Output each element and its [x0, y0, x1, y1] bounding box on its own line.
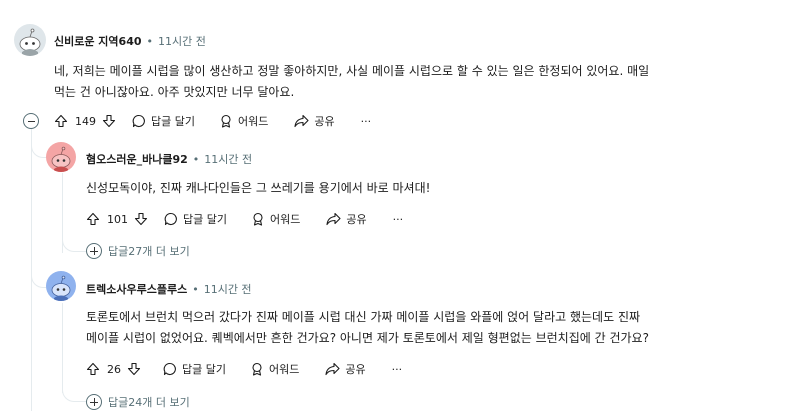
comment-meta: 신비로운 지역640 • 11시간 전 [54, 33, 206, 49]
downvote-icon [134, 212, 148, 226]
avatar[interactable] [46, 142, 76, 172]
comment-meta: 트렉소사우루스플루스 • 11시간 전 [86, 281, 252, 297]
timestamp[interactable]: 11시간 전 [204, 151, 252, 167]
award-icon [252, 362, 262, 376]
more-options-icon: ··· [392, 212, 404, 226]
vote-count: 149 [75, 114, 96, 128]
more-options-icon: ··· [391, 362, 403, 376]
comment-icon [164, 212, 177, 226]
downvote-button[interactable] [127, 362, 141, 376]
comment-icon [163, 362, 176, 376]
comment-body-line: 신성모독이야, 진짜 캐나다인들은 그 쓰레기를 용기에서 바로 마셔대! [86, 181, 431, 195]
upvote-icon [54, 114, 68, 128]
share-label: 공유 [314, 115, 335, 128]
vote-count: 101 [107, 212, 128, 226]
snoo-avatar-icon [51, 275, 71, 301]
expand-icon [86, 394, 102, 410]
avatar[interactable] [46, 271, 76, 301]
award-icon [221, 114, 231, 128]
reply-label: 답글 달기 [182, 363, 226, 376]
comment-body-line: 먹는 건 아니잖아요. 아주 맛있지만 너무 달아요. [54, 85, 295, 99]
collapse-icon [27, 120, 35, 122]
award-icon [253, 212, 263, 226]
downvote-button[interactable] [134, 212, 148, 226]
more-options-icon: ··· [360, 114, 372, 128]
separator-dot: • [192, 152, 200, 166]
share-icon [294, 114, 309, 128]
comment-actions: 149 답글 달기 어워드 공유 ··· [54, 110, 371, 132]
reply-button[interactable]: 답글 달기 [132, 113, 195, 129]
timestamp[interactable]: 11시간 전 [158, 33, 206, 49]
comment-body: 신성모독이야, 진짜 캐나다인들은 그 쓰레기를 용기에서 바로 마셔대! [86, 178, 430, 199]
comment-body: 토론토에서 브런치 먹으러 갔다가 진짜 메이플 시럽 대신 가짜 메이플 시럽… [86, 307, 649, 349]
upvote-icon [86, 212, 100, 226]
snoo-avatar-icon [51, 146, 71, 172]
username[interactable]: 트렉소사우루스플루스 [86, 281, 187, 297]
upvote-button[interactable] [54, 114, 68, 128]
more-options-button[interactable]: ··· [361, 115, 372, 128]
upvote-button[interactable] [86, 212, 100, 226]
thread-elbow-reply-1 [31, 128, 47, 158]
username[interactable]: 신비로운 지역640 [54, 33, 142, 49]
reply-button[interactable]: 답글 달기 [163, 361, 226, 377]
downvote-button[interactable] [102, 114, 116, 128]
share-icon [326, 212, 341, 226]
reply-button[interactable]: 답글 달기 [164, 211, 227, 227]
more-replies-link[interactable]: 답글24개 더 보기 [86, 394, 190, 410]
comment-icon [132, 114, 145, 128]
thread-elbow-more-1 [62, 235, 86, 252]
award-label: 어워드 [268, 363, 300, 376]
reply-label: 답글 달기 [151, 115, 195, 128]
username[interactable]: 혐오스러운_바나클92 [86, 151, 188, 167]
more-replies-label: 답글27개 더 보기 [108, 245, 190, 258]
timestamp[interactable]: 11시간 전 [204, 281, 252, 297]
award-label: 어워드 [237, 115, 269, 128]
more-options-button[interactable]: ··· [392, 363, 403, 376]
upvote-button[interactable] [86, 362, 100, 376]
collapse-button[interactable] [23, 113, 39, 129]
comment-actions: 101 답글 달기 어워드 공유 ··· [86, 208, 403, 230]
share-label: 공유 [345, 363, 366, 376]
thread-elbow-reply-2 [31, 262, 47, 288]
snoo-avatar-icon [19, 28, 41, 56]
vote-count: 26 [107, 362, 121, 376]
separator-dot: • [192, 282, 199, 296]
expand-icon [86, 243, 102, 259]
share-button[interactable]: 공유 [326, 211, 367, 227]
comment-meta: 혐오스러운_바나클92 • 11시간 전 [86, 151, 252, 167]
upvote-icon [86, 362, 100, 376]
comment-body-line: 네, 저희는 메이플 시럽을 많이 생산하고 정말 좋아하지만, 사실 메이플 … [54, 64, 650, 78]
separator-dot: • [146, 34, 154, 48]
share-label: 공유 [346, 213, 367, 226]
avatar[interactable] [14, 24, 46, 56]
comment-actions: 26 답글 달기 어워드 공유 ··· [86, 358, 402, 380]
comment-body-line: 메이플 시럽이 없었어요. 퀘벡에서만 흔한 건가요? 아니면 제가 토론토에서… [86, 331, 649, 345]
reply-label: 답글 달기 [183, 213, 227, 226]
more-options-button[interactable]: ··· [393, 213, 404, 226]
downvote-icon [127, 362, 141, 376]
downvote-icon [102, 114, 116, 128]
comment-body: 네, 저희는 메이플 시럽을 많이 생산하고 정말 좋아하지만, 사실 메이플 … [54, 61, 649, 103]
more-replies-label: 답글24개 더 보기 [108, 396, 190, 409]
award-button[interactable]: 어워드 [250, 361, 299, 377]
share-button[interactable]: 공유 [294, 113, 335, 129]
thread-elbow-more-2 [62, 385, 86, 402]
share-button[interactable]: 공유 [325, 361, 366, 377]
more-replies-link[interactable]: 답글27개 더 보기 [86, 243, 190, 259]
thread-line-reply-2 [62, 303, 63, 393]
share-icon [325, 362, 340, 376]
award-button[interactable]: 어워드 [219, 113, 268, 129]
award-button[interactable]: 어워드 [251, 211, 300, 227]
award-label: 어워드 [269, 213, 301, 226]
comment-body-line: 토론토에서 브런치 먹으러 갔다가 진짜 메이플 시럽 대신 가짜 메이플 시럽… [86, 310, 641, 324]
